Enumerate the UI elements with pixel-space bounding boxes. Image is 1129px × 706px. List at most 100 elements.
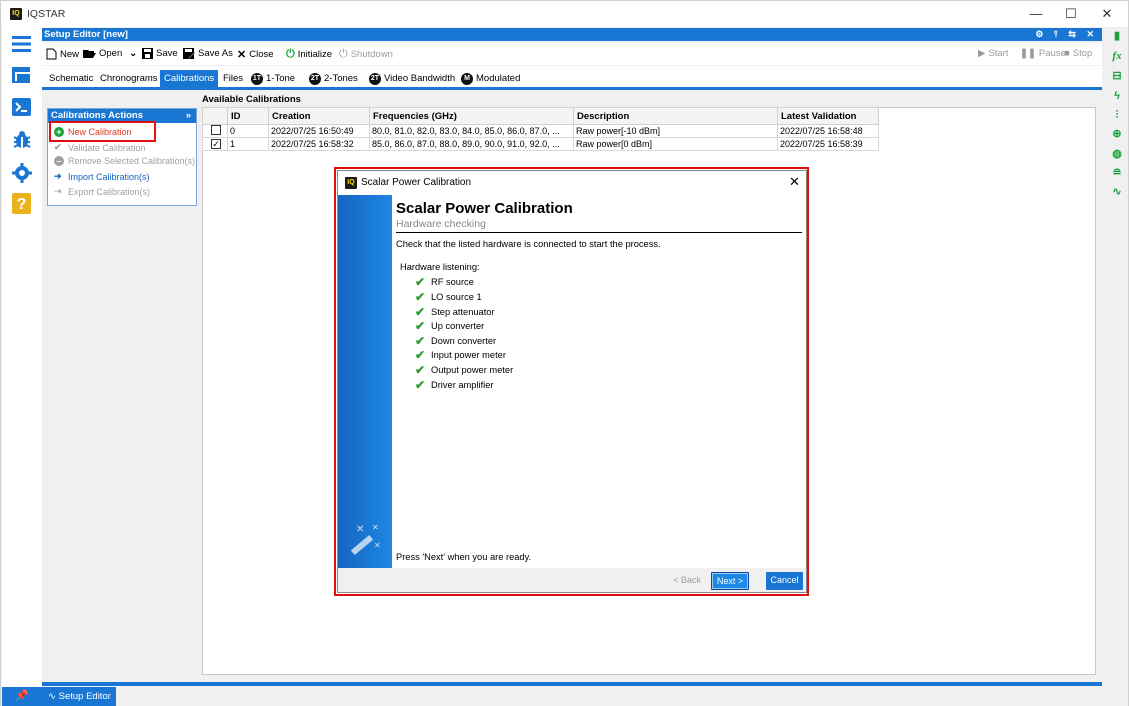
row-checkbox[interactable]: ✓ [202,137,228,151]
lightning-icon[interactable]: ϟ [1110,89,1124,103]
panel-title: Setup Editor [new] [44,29,128,40]
function-icon[interactable]: fx [1110,49,1124,63]
save-icon [142,48,153,59]
save-as-icon [183,48,195,59]
export-calibration-action[interactable]: ⇥ Export Calibration(s) [54,186,150,197]
import-icon: ➜ [54,171,62,181]
app-window: IQ IQSTAR — ☐ ✕ ? ▮ fx ⊟ ϟ ⫶ ⊕ ◍ ≘ ∿ Set… [0,0,1129,706]
cell-frequencies: 80.0, 81.0, 82.0, 83.0, 84.0, 85.0, 86.0… [369,124,574,138]
pause-button[interactable]: ❚❚ Pause [1020,48,1066,59]
help-icon[interactable]: ? [10,192,34,214]
stop-button[interactable]: ■ Stop [1064,48,1092,59]
left-nav-bar: ? [2,27,42,687]
cell-description: Raw power[0 dBm] [573,137,778,151]
hamburger-menu-icon[interactable] [10,33,34,55]
cell-latest-validation: 2022/07/25 16:58:48 [777,124,879,138]
remove-calibration-action[interactable]: – Remove Selected Calibration(s) [54,156,195,166]
tab-schematic[interactable]: Schematic [45,70,97,87]
cell-id: 1 [227,137,269,151]
calibrations-table: ID Creation Frequencies (GHz) Descriptio… [202,107,879,151]
svg-text:?: ? [17,196,27,213]
checkbox-unchecked[interactable] [211,125,221,135]
status-top-line [42,682,1102,686]
cell-latest-validation: 2022/07/25 16:58:39 [777,137,879,151]
debug-bug-icon[interactable] [10,129,34,151]
column-header-id[interactable]: ID [227,107,269,125]
target-icon[interactable]: ⊕ [1110,127,1124,141]
close-button[interactable]: ✕ Close [237,48,274,61]
export-icon: ⇥ [54,186,62,196]
validate-calibration-action[interactable]: ✔ Validate Calibration [54,142,145,153]
tab-1-tone[interactable]: 1T 1-Tone [247,70,299,87]
cell-frequencies: 85.0, 86.0, 87.0, 88.0, 89.0, 90.0, 91.0… [369,137,574,151]
settings-gear-icon[interactable] [10,162,34,184]
title-bar: IQ IQSTAR — ☐ ✕ [1,1,1128,27]
files-icon[interactable] [10,64,34,86]
table-row[interactable]: 0 2022/07/25 16:50:49 80.0, 81.0, 82.0, … [202,124,879,138]
tab-chronograms[interactable]: Chronograms [96,70,162,87]
tab-2-tones[interactable]: 2T 2-Tones [305,70,362,87]
setup-editor-status-tab[interactable]: ∿ Setup Editor [42,687,116,706]
initialize-button[interactable]: ⏻ Initialize [286,48,332,61]
cell-description: Raw power[-10 dBm] [573,124,778,138]
waveform-small-icon: ∿ [48,691,56,702]
dialog-highlight [334,167,809,596]
stack-icon[interactable]: ≘ [1110,166,1124,180]
tab-modulated[interactable]: M Modulated [457,70,524,87]
globe-icon[interactable]: ◍ [1110,147,1124,161]
column-header-frequencies[interactable]: Frequencies (GHz) [369,107,574,125]
sliders-icon[interactable]: ⫶ [1110,108,1124,122]
waveform-icon[interactable]: ∿ [1110,185,1124,199]
save-button[interactable]: Save [142,48,178,59]
collapse-chevron-icon[interactable]: » [186,109,191,123]
console-icon[interactable] [10,96,34,118]
checkbox-checked[interactable]: ✓ [211,139,221,149]
column-header-creation[interactable]: Creation [268,107,370,125]
calculator-icon[interactable]: ▮ [1110,29,1124,43]
power-gray-icon: ⏻ [339,48,348,60]
tab-calibrations[interactable]: Calibrations [160,70,219,87]
two-tones-icon: 2T [309,72,321,85]
column-header-latest-validation[interactable]: Latest Validation [777,107,879,125]
table-row[interactable]: ✓ 1 2022/07/25 16:58:32 85.0, 86.0, 87.0… [202,137,879,151]
start-button[interactable]: ▶ Start [978,48,1008,59]
folder-open-icon [83,50,96,58]
pin-icon: 📌 [15,690,29,702]
minimize-button[interactable]: — [1029,6,1043,21]
panel-header-controls[interactable]: ⚙ ⫯ ⇆ ✕ [1035,28,1098,41]
available-calibrations-title: Available Calibrations [202,94,301,105]
cell-id: 0 [227,124,269,138]
stop-icon: ■ [1064,48,1070,59]
app-logo: IQ [10,8,22,20]
shutdown-button[interactable]: ⏻ Shutdown [339,48,393,61]
pin-button[interactable]: 📌 [2,687,42,706]
close-window-button[interactable]: ✕ [1100,6,1114,22]
open-dropdown-chevron-icon[interactable]: ⌄ [129,48,137,59]
tab-video-bandwidth[interactable]: 2T Video Bandwidth [365,70,459,87]
pause-icon: ❚❚ [1020,48,1036,59]
cell-creation: 2022/07/25 16:50:49 [268,124,370,138]
tab-files[interactable]: Files [219,70,247,87]
video-bandwidth-icon: 2T [369,72,381,85]
panel-header: Setup Editor [new] ⚙ ⫯ ⇆ ✕ [42,28,1102,41]
toolbar: New Open ⌄ Save Save As ✕ Close ⏻ Initia… [42,43,1102,65]
modulated-icon: M [461,72,473,85]
checkmark-gray-icon: ✔ [54,142,62,152]
one-tone-icon: 1T [251,72,263,85]
new-button[interactable]: New [46,48,79,60]
open-button[interactable]: Open ⌄ [83,48,137,59]
maximize-button[interactable]: ☐ [1064,6,1078,22]
status-bar: 📌 ∿ Setup Editor [1,687,1128,706]
remove-circle-icon: – [54,156,64,166]
row-checkbox[interactable] [202,124,228,138]
cell-creation: 2022/07/25 16:58:32 [268,137,370,151]
column-header-description[interactable]: Description [573,107,778,125]
table-header-row: ID Creation Frequencies (GHz) Descriptio… [202,107,879,125]
play-icon: ▶ [978,48,986,59]
drive-icon[interactable]: ⊟ [1110,69,1124,83]
new-file-icon [46,48,57,60]
import-calibration-action[interactable]: ➜ Import Calibration(s) [54,171,150,182]
select-column-header [202,107,228,125]
save-as-button[interactable]: Save As [183,48,233,59]
power-green-icon: ⏻ [286,48,295,60]
